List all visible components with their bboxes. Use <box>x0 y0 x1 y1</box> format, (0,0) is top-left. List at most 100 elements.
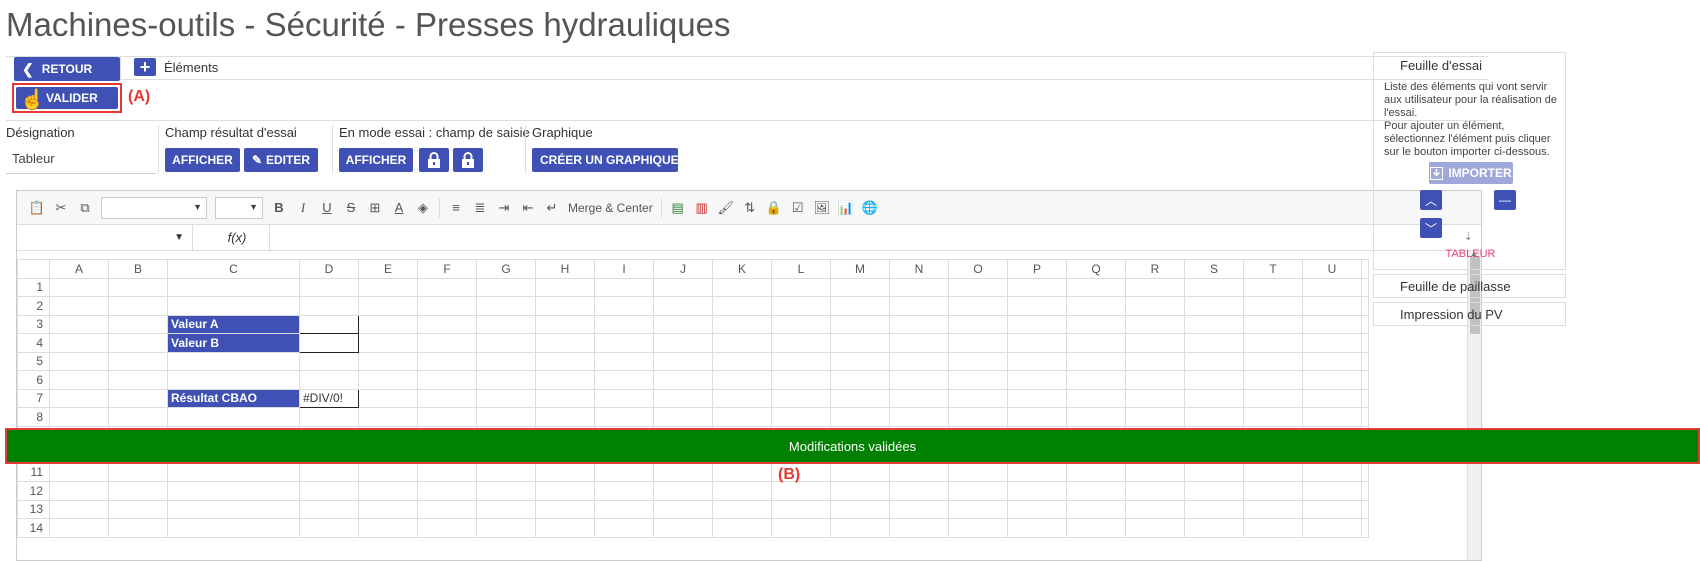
cell-c7[interactable]: Résultat CBAO <box>167 388 300 408</box>
row-header[interactable]: 1 <box>17 277 50 297</box>
cell-i5[interactable] <box>594 351 654 371</box>
cell-q13[interactable] <box>1066 499 1126 519</box>
cell-u7[interactable] <box>1302 388 1362 408</box>
indent-icon[interactable]: ⇥ <box>496 200 512 216</box>
cell-h1[interactable] <box>535 277 595 297</box>
cell-i8[interactable] <box>594 407 654 427</box>
cell-h13[interactable] <box>535 499 595 519</box>
cell-m7[interactable] <box>830 388 890 408</box>
cell-j2[interactable] <box>653 296 713 316</box>
cell-l13[interactable] <box>771 499 831 519</box>
cell-d13[interactable] <box>299 499 359 519</box>
cell-t7[interactable] <box>1243 388 1303 408</box>
cell-u4[interactable] <box>1302 333 1362 353</box>
cell-n6[interactable] <box>889 370 949 390</box>
cell-h6[interactable] <box>535 370 595 390</box>
cell-m13[interactable] <box>830 499 890 519</box>
cell-b13[interactable] <box>108 499 168 519</box>
cell-j1[interactable] <box>653 277 713 297</box>
cell-p4[interactable] <box>1007 333 1067 353</box>
cell-o4[interactable] <box>948 333 1008 353</box>
cell-b5[interactable] <box>108 351 168 371</box>
cell-r3[interactable] <box>1125 314 1185 334</box>
remove-button[interactable]: — <box>1494 190 1516 210</box>
cell-d12[interactable] <box>299 481 359 501</box>
cell-f14[interactable] <box>417 518 477 538</box>
cell-d5[interactable] <box>299 351 359 371</box>
cell-m6[interactable] <box>830 370 890 390</box>
column-header[interactable]: E <box>358 259 418 279</box>
column-header[interactable]: G <box>476 259 536 279</box>
cell-t2[interactable] <box>1243 296 1303 316</box>
cell-o13[interactable] <box>948 499 1008 519</box>
cell-m2[interactable] <box>830 296 890 316</box>
cell-l5[interactable] <box>771 351 831 371</box>
bold-icon[interactable]: B <box>271 200 287 216</box>
cell-d2[interactable] <box>299 296 359 316</box>
cell-q5[interactable] <box>1066 351 1126 371</box>
cell-c6[interactable] <box>167 370 300 390</box>
cell-r4[interactable] <box>1125 333 1185 353</box>
cell-q12[interactable] <box>1066 481 1126 501</box>
cell-o12[interactable] <box>948 481 1008 501</box>
cell-h2[interactable] <box>535 296 595 316</box>
column-header[interactable]: P <box>1007 259 1067 279</box>
cell-i6[interactable] <box>594 370 654 390</box>
cell-i4[interactable] <box>594 333 654 353</box>
cell-b2[interactable] <box>108 296 168 316</box>
cell-e7[interactable] <box>358 388 418 408</box>
cell-u6[interactable] <box>1302 370 1362 390</box>
cell-i13[interactable] <box>594 499 654 519</box>
cell-e12[interactable] <box>358 481 418 501</box>
fill-color-icon[interactable]: ◈ <box>415 200 431 216</box>
bench-sheet-item[interactable]: Feuille de paillasse <box>1373 274 1566 298</box>
column-header[interactable]: N <box>889 259 949 279</box>
cell-f5[interactable] <box>417 351 477 371</box>
cell-l14[interactable] <box>771 518 831 538</box>
spreadsheet[interactable]: 📋 ✂ ⧉ B I U S ⊞ A ◈ ≡ ≣ ⇥ ⇤ ↵ Merge & Ce… <box>16 190 1482 561</box>
cell-o1[interactable] <box>948 277 1008 297</box>
cell-a12[interactable] <box>49 481 109 501</box>
strikethrough-icon[interactable]: S <box>343 200 359 216</box>
cell-f2[interactable] <box>417 296 477 316</box>
copy-icon[interactable]: ⧉ <box>77 200 93 216</box>
cell-q11[interactable] <box>1066 462 1126 482</box>
cell-b11[interactable] <box>108 462 168 482</box>
cell-f6[interactable] <box>417 370 477 390</box>
cell-u8[interactable] <box>1302 407 1362 427</box>
cell-j6[interactable] <box>653 370 713 390</box>
cell-u11[interactable] <box>1302 462 1362 482</box>
cell-s8[interactable] <box>1184 407 1244 427</box>
cell-t11[interactable] <box>1243 462 1303 482</box>
cell-k2[interactable] <box>712 296 772 316</box>
cell-t12[interactable] <box>1243 481 1303 501</box>
cell-p14[interactable] <box>1007 518 1067 538</box>
cell-p12[interactable] <box>1007 481 1067 501</box>
move-up-button[interactable]: ︿ <box>1420 190 1442 210</box>
cell-a5[interactable] <box>49 351 109 371</box>
font-family-select[interactable] <box>101 196 207 219</box>
cell-f7[interactable] <box>417 388 477 408</box>
cell-h14[interactable] <box>535 518 595 538</box>
align-center-icon[interactable]: ≣ <box>472 200 488 216</box>
cell-e4[interactable] <box>358 333 418 353</box>
result-edit-button[interactable]: ✎ EDITER <box>244 148 318 172</box>
cell-p2[interactable] <box>1007 296 1067 316</box>
back-button[interactable]: ❮ RETOUR <box>14 57 120 81</box>
cell-o14[interactable] <box>948 518 1008 538</box>
lock-button-2[interactable] <box>453 148 483 172</box>
lock-cells-icon[interactable]: 🔒 <box>766 200 782 216</box>
wrap-text-icon[interactable]: ↵ <box>544 200 560 216</box>
cell-c3[interactable]: Valeur A <box>167 314 300 334</box>
cell-e14[interactable] <box>358 518 418 538</box>
cell-p11[interactable] <box>1007 462 1067 482</box>
cut-icon[interactable]: ✂ <box>53 200 69 216</box>
cell-h4[interactable] <box>535 333 595 353</box>
cell-r1[interactable] <box>1125 277 1185 297</box>
cell-p13[interactable] <box>1007 499 1067 519</box>
cell-table[interactable]: ABCDEFGHIJKLMNOPQRSTU 1 2 3 Valeur A 4 Valeur… <box>17 259 1369 538</box>
cell-r11[interactable] <box>1125 462 1185 482</box>
row-header[interactable]: 11 <box>17 462 50 482</box>
cell-k4[interactable] <box>712 333 772 353</box>
font-size-select[interactable] <box>215 196 263 219</box>
